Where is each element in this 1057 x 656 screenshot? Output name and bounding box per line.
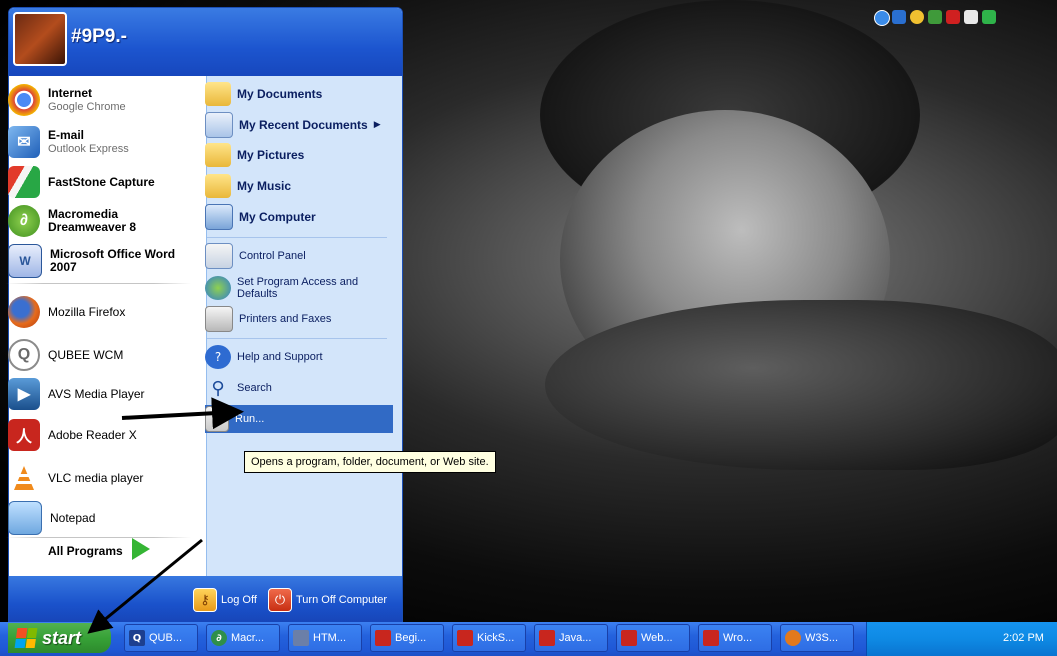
arrow-to-run [121, 397, 244, 430]
arrow-to-start [87, 538, 203, 634]
annotation-arrows [87, 397, 244, 634]
